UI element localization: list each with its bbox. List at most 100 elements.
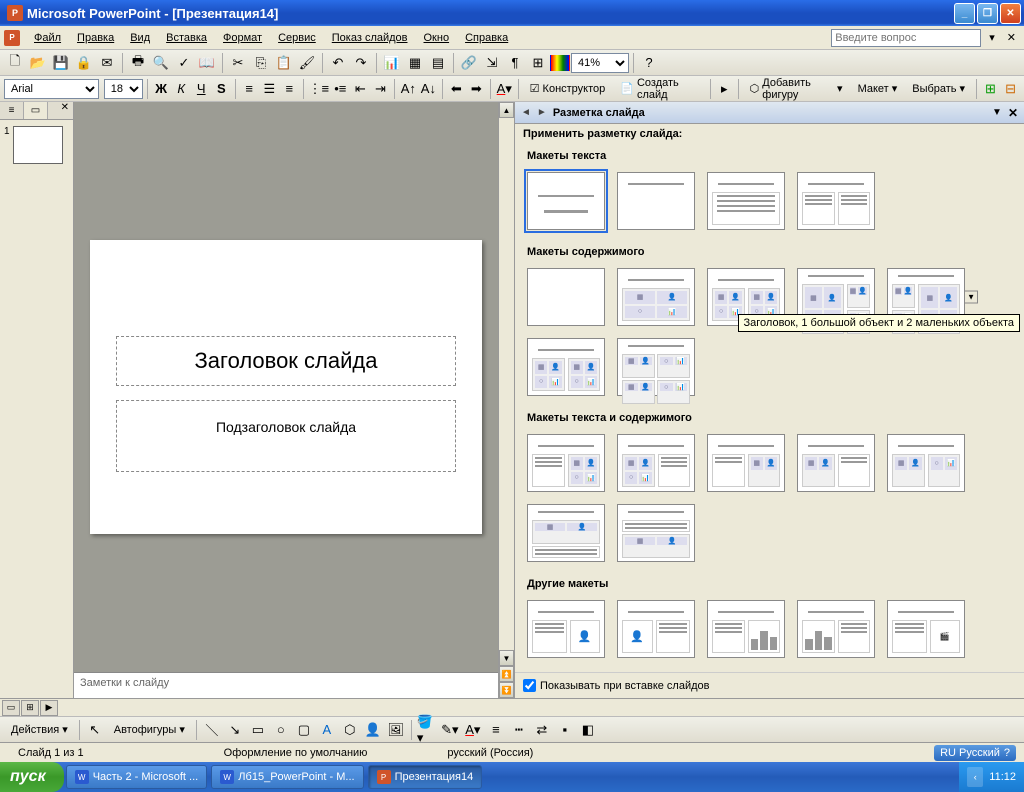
layout-other-4[interactable] xyxy=(797,600,875,658)
select-button[interactable]: Выбрать ▾ xyxy=(905,78,972,100)
bullets-icon[interactable]: •≡ xyxy=(331,78,350,100)
layout-blank[interactable] xyxy=(527,268,605,326)
rectangle-icon[interactable]: ▭ xyxy=(247,719,269,741)
numbering-icon[interactable]: ⋮≡ xyxy=(308,78,330,100)
panel-close-icon[interactable]: ✕ xyxy=(57,102,73,119)
research-icon[interactable]: 📖 xyxy=(196,52,218,74)
design-button[interactable]: ☑ Конструктор xyxy=(523,78,613,100)
more-icon[interactable]: ▸ xyxy=(715,78,734,100)
copy-icon[interactable]: ⎘ xyxy=(250,52,272,74)
next-slide-icon[interactable]: ⏬ xyxy=(499,682,514,698)
menu-help[interactable]: Справка xyxy=(457,29,516,47)
layout-four-content[interactable]: ▦👤○📊 ▦👤○📊 xyxy=(527,338,605,396)
bold-icon[interactable]: Ж xyxy=(152,78,171,100)
minimize-button[interactable]: _ xyxy=(954,3,975,24)
paste-icon[interactable]: 📋 xyxy=(273,52,295,74)
menu-window[interactable]: Окно xyxy=(416,29,458,47)
taskbar-item-word2[interactable]: W Лб15_PowerPoint - M... xyxy=(211,765,363,789)
normal-view-icon[interactable]: ▭ xyxy=(2,700,20,716)
scroll-down-icon[interactable]: ▼ xyxy=(499,650,514,666)
outline-tab[interactable]: ≡ xyxy=(0,102,24,119)
org-chart-icon[interactable]: ⊞ xyxy=(981,78,1000,100)
slide-canvas[interactable]: Заголовок слайда Подзаголовок слайда xyxy=(74,102,498,672)
fill-color-icon[interactable]: 🪣▾ xyxy=(416,719,438,741)
layout-title-text[interactable] xyxy=(707,172,785,230)
slide-subtitle-placeholder[interactable]: Подзаголовок слайда xyxy=(116,400,456,472)
layout-other-2[interactable]: 👤 xyxy=(617,600,695,658)
outdent-icon[interactable]: ⇤ xyxy=(351,78,370,100)
layout-button[interactable]: Макет ▾ xyxy=(851,78,905,100)
lang-indicator[interactable]: RU Русский ? xyxy=(934,745,1016,761)
increase-indent-icon[interactable]: ➡ xyxy=(467,78,486,100)
permission-icon[interactable]: 🔒 xyxy=(73,52,95,74)
indent-icon[interactable]: ⇥ xyxy=(371,78,390,100)
print-icon[interactable]: 🖶 xyxy=(127,52,149,74)
layout-four-objects[interactable]: ▦👤 ○📊 ▦👤 ○📊 xyxy=(617,338,695,396)
email-icon[interactable]: ✉ xyxy=(96,52,118,74)
layout-text-content-3[interactable]: ▦👤 xyxy=(707,434,785,492)
scroll-track[interactable] xyxy=(499,118,514,650)
slide-title-placeholder[interactable]: Заголовок слайда xyxy=(116,336,456,386)
oval-icon[interactable]: ○ xyxy=(270,719,292,741)
tray-expand-icon[interactable]: ‹ xyxy=(967,767,983,787)
align-right-icon[interactable]: ≡ xyxy=(280,78,299,100)
layout-text-content-4[interactable]: ▦👤 xyxy=(797,434,875,492)
layout-text-content-5[interactable]: ▦👤○📊 xyxy=(887,434,965,492)
wordart-icon[interactable]: A xyxy=(316,719,338,741)
font-grow-icon[interactable]: A↑ xyxy=(399,78,418,100)
layout-content[interactable]: ▦👤○📊 xyxy=(617,268,695,326)
undo-icon[interactable]: ↶ xyxy=(327,52,349,74)
redo-icon[interactable]: ↷ xyxy=(350,52,372,74)
menu-edit[interactable]: Правка xyxy=(69,29,122,47)
autofit-icon[interactable]: ⊟ xyxy=(1001,78,1020,100)
clock[interactable]: 11:12 xyxy=(989,771,1016,783)
layout-two-column-text[interactable] xyxy=(797,172,875,230)
actions-button[interactable]: Действия ▾ xyxy=(4,719,75,741)
layout-title-only[interactable] xyxy=(617,172,695,230)
show-format-icon[interactable]: ¶ xyxy=(504,52,526,74)
taskbar-item-word1[interactable]: W Часть 2 - Microsoft ... xyxy=(66,765,208,789)
shadow-icon[interactable]: S xyxy=(212,78,231,100)
line-style-icon[interactable]: ≡ xyxy=(485,719,507,741)
task-dropdown-icon[interactable]: ▼ xyxy=(992,107,1002,118)
expand-icon[interactable]: ⇲ xyxy=(481,52,503,74)
layout-list[interactable]: Макеты текста Макеты содержимого xyxy=(515,144,1024,672)
layout-text-content-2[interactable]: ▦👤○📊 xyxy=(617,434,695,492)
menu-dropdown-icon[interactable]: ▾ xyxy=(985,31,999,44)
shadow-style-icon[interactable]: ▪ xyxy=(554,719,576,741)
slides-tab[interactable]: ▭ xyxy=(24,102,48,119)
layout-text-content-1[interactable]: ▦👤○📊 xyxy=(527,434,605,492)
start-button[interactable]: пуск xyxy=(0,762,64,792)
prev-slide-icon[interactable]: ⏫ xyxy=(499,666,514,682)
font-color-icon[interactable]: A▾ xyxy=(495,78,514,100)
cut-icon[interactable]: ✂ xyxy=(227,52,249,74)
sorter-view-icon[interactable]: ⊞ xyxy=(21,700,39,716)
notes-pane[interactable]: Заметки к слайду xyxy=(74,672,498,698)
help-search-input[interactable] xyxy=(831,29,981,47)
line-color-icon[interactable]: ✎▾ xyxy=(439,719,461,741)
menu-view[interactable]: Вид xyxy=(122,29,158,47)
picture-icon[interactable]: 🖼 xyxy=(385,719,407,741)
arrow-icon[interactable]: ↘ xyxy=(224,719,246,741)
new-icon[interactable]: 🗋 xyxy=(4,52,26,74)
scroll-up-icon[interactable]: ▲ xyxy=(499,102,514,118)
layout-other-5[interactable]: 🎬 xyxy=(887,600,965,658)
font-color-icon-draw[interactable]: A▾ xyxy=(462,719,484,741)
textbox-icon[interactable]: ▢ xyxy=(293,719,315,741)
align-left-icon[interactable]: ≡ xyxy=(240,78,259,100)
select-arrow-icon[interactable]: ↖ xyxy=(84,719,106,741)
slideshow-view-icon[interactable]: ▶ xyxy=(40,700,58,716)
diagram-icon[interactable]: ⬡ xyxy=(339,719,361,741)
menu-insert[interactable]: Вставка xyxy=(158,29,215,47)
font-dropdown[interactable]: Arial xyxy=(4,79,99,99)
color-icon[interactable] xyxy=(550,55,570,71)
spell-icon[interactable]: ✓ xyxy=(173,52,195,74)
task-close-icon[interactable]: ✕ xyxy=(1008,106,1018,120)
help-search[interactable] xyxy=(831,29,981,47)
slide-thumbnail[interactable]: 1 xyxy=(4,126,69,164)
format-painter-icon[interactable]: 🖌 xyxy=(296,52,318,74)
clipart-icon[interactable]: 👤 xyxy=(362,719,384,741)
zoom-dropdown[interactable]: 41% xyxy=(571,53,629,73)
autoshapes-button[interactable]: Автофигуры ▾ xyxy=(107,719,192,741)
lang-help-icon[interactable]: ? xyxy=(1004,747,1010,759)
